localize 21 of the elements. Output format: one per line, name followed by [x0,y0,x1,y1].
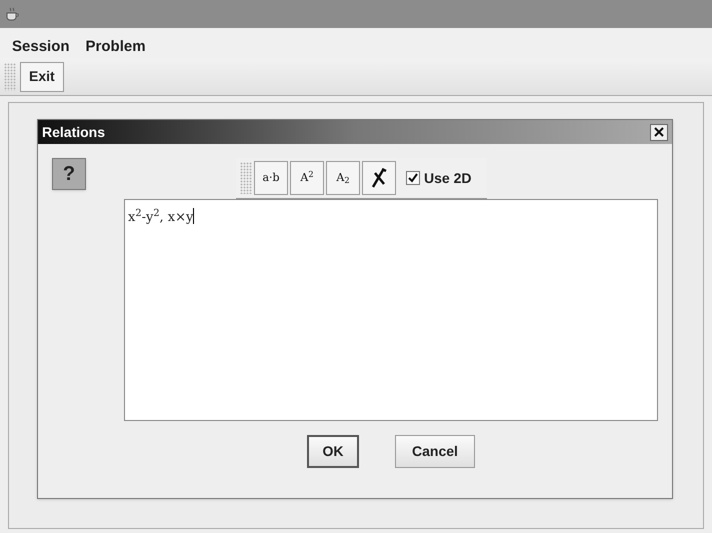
format-button[interactable]: A$^{2}$ [290,161,324,195]
close-icon [654,127,664,137]
format-button[interactable] [362,161,396,195]
format-button[interactable]: a·b [254,161,288,195]
relations-input[interactable]: x$^{2}$-y$^{2}$, x×y [124,199,658,421]
ok-button[interactable]: OK [307,435,359,468]
toolbar-grip[interactable] [240,162,252,194]
crossed-pen-icon [369,167,389,189]
dialog-title: Relations [42,122,106,142]
cancel-button[interactable]: Cancel [395,435,475,468]
close-button[interactable] [650,124,668,140]
menu-item[interactable]: Problem [86,36,146,58]
exit-button[interactable]: Exit [20,62,64,92]
menu-item[interactable]: Session [12,36,70,58]
use-2d-checkbox[interactable] [406,171,420,185]
help-button[interactable]: ? [52,158,86,190]
coffee-cup-icon [4,6,20,22]
check-icon [408,173,418,183]
format-button[interactable]: A$_{2}$ [326,161,360,195]
checkbox-label: Use 2D [424,168,472,188]
toolbar-grip[interactable] [4,62,16,90]
